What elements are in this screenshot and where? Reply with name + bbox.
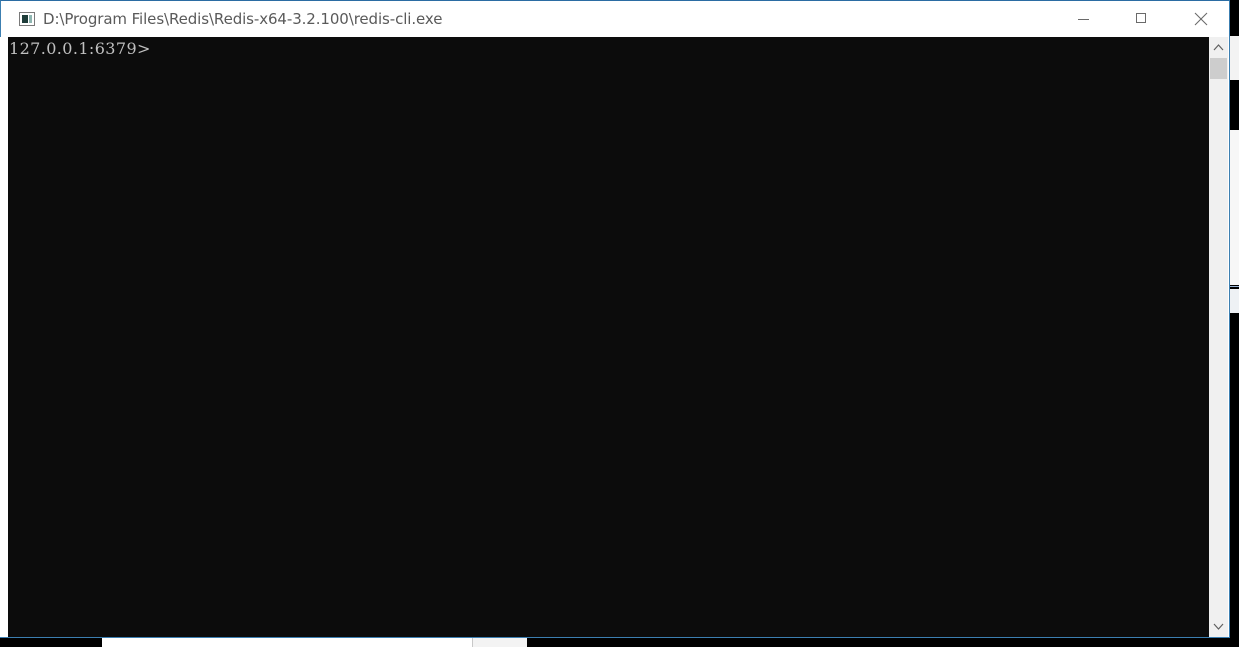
close-button[interactable] bbox=[1171, 1, 1229, 38]
maximize-button[interactable] bbox=[1112, 1, 1170, 38]
scroll-thumb[interactable] bbox=[1210, 58, 1227, 79]
scroll-up-button[interactable] bbox=[1209, 37, 1228, 57]
minimize-icon bbox=[1078, 19, 1089, 20]
minimize-button[interactable] bbox=[1054, 1, 1112, 38]
maximize-icon bbox=[1136, 13, 1146, 23]
title-bar[interactable]: D:\Program Files\Redis\Redis-x64-3.2.100… bbox=[1, 1, 1229, 38]
vertical-scrollbar[interactable] bbox=[1209, 37, 1228, 637]
chevron-down-icon bbox=[1213, 623, 1224, 630]
chevron-up-icon bbox=[1213, 44, 1224, 51]
console-app-icon[interactable] bbox=[19, 12, 35, 26]
background-window-edge bbox=[1230, 0, 1239, 647]
close-icon bbox=[1194, 12, 1208, 26]
command-prompt: 127.0.0.1:6379> bbox=[9, 39, 151, 58]
desktop: D:\Program Files\Redis\Redis-x64-3.2.100… bbox=[0, 0, 1239, 647]
console-output-area[interactable]: 127.0.0.1:6379> bbox=[8, 37, 1209, 637]
window-frame-left bbox=[0, 37, 8, 637]
background-taskbar-edge bbox=[0, 638, 1239, 647]
window-title: D:\Program Files\Redis\Redis-x64-3.2.100… bbox=[43, 10, 443, 28]
scroll-down-button[interactable] bbox=[1209, 617, 1228, 637]
